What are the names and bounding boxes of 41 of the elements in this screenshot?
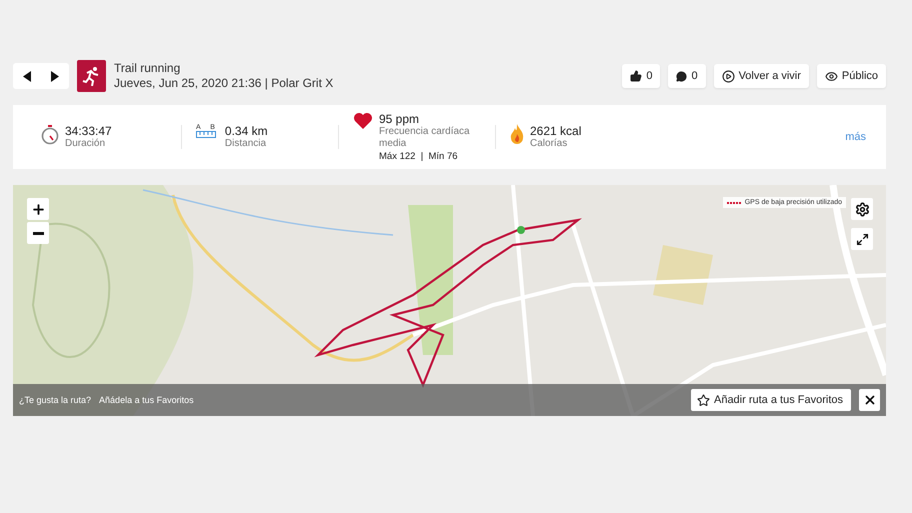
thumbs-up-icon: [630, 70, 642, 82]
stat-label: Duración: [65, 138, 106, 150]
close-button[interactable]: [859, 389, 880, 411]
like-button[interactable]: 0: [622, 64, 660, 88]
zoom-in-button[interactable]: [27, 198, 49, 220]
stat-value: 2621 kcal: [530, 124, 582, 138]
visibility-button[interactable]: Público: [816, 64, 886, 88]
plus-icon: [30, 202, 46, 216]
dashed-line-icon: [726, 202, 741, 204]
flame-icon: [510, 124, 524, 144]
comment-button[interactable]: 0: [668, 64, 706, 88]
settings-button[interactable]: [851, 198, 873, 220]
right-triangle-icon: [51, 70, 59, 82]
minus-icon: [32, 232, 44, 234]
fullscreen-button[interactable]: [851, 228, 873, 250]
stat-label: Frecuencia cardíaca media: [379, 126, 471, 150]
banner-hint: Añádela a tus Favoritos: [99, 395, 194, 405]
stat-label: Distancia: [224, 138, 268, 150]
close-icon: [862, 393, 876, 407]
stat-value: 34:33:47: [65, 124, 112, 138]
stat-label: Calorías: [530, 138, 568, 150]
star-icon: [696, 394, 710, 406]
heart-icon: [353, 112, 373, 130]
play-icon: [722, 70, 735, 82]
stopwatch-icon: [41, 124, 59, 146]
heart-rate-range: Máx 122 | Mín 76: [379, 150, 459, 162]
banner-question: ¿Te gusta la ruta?: [19, 395, 92, 405]
expand-arrows-icon: [856, 232, 868, 246]
left-triangle-icon: [23, 70, 31, 82]
add-favorite-button[interactable]: Añadir ruta a tus Favoritos: [690, 389, 851, 411]
speech-bubble-icon: [676, 70, 688, 82]
activity-details: Jueves, Jun 25, 2020 21:36 | Polar Grit X: [114, 76, 334, 91]
replay-button[interactable]: Volver a vivir: [714, 64, 809, 88]
settings-icon: [854, 202, 870, 216]
ruler-icon: [196, 131, 216, 138]
stat-value: 0.34 km: [224, 124, 268, 138]
zoom-out-button[interactable]: [27, 222, 49, 244]
stat-value: 95 ppm: [379, 112, 420, 126]
activity-title: Trail running: [114, 61, 182, 76]
eye-icon: [824, 70, 838, 82]
runner-icon: [77, 60, 106, 92]
